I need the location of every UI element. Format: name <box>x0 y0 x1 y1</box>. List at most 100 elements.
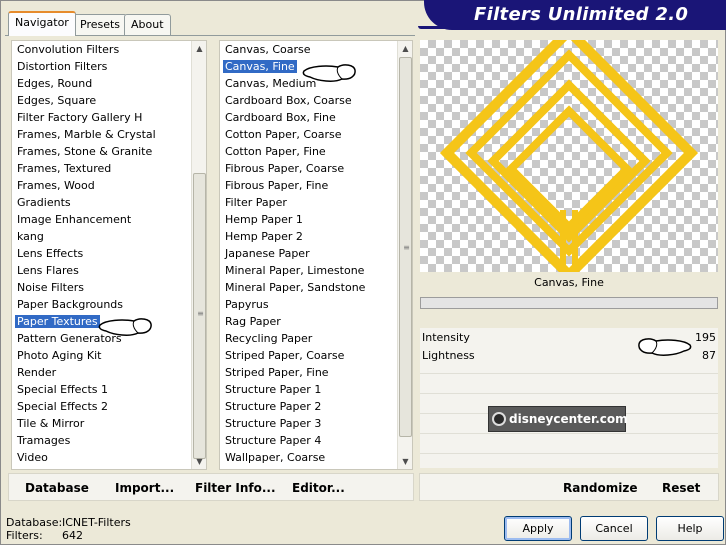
banner-stripe <box>418 26 726 29</box>
list-item-label: Fibrous Paper, Fine <box>225 179 329 192</box>
tab-navigator-label: Navigator <box>15 16 69 29</box>
list-item[interactable]: Mineral Paper, Limestone <box>223 262 366 279</box>
list-item[interactable]: Frames, Wood <box>15 177 97 194</box>
import-button[interactable]: Import... <box>115 481 174 495</box>
list-item[interactable]: Frames, Marble & Crystal <box>15 126 158 143</box>
tab-about[interactable]: About <box>124 14 171 35</box>
list-item[interactable]: Wallpaper, Coarse <box>223 449 327 466</box>
grip-icon: ≡ <box>197 309 204 318</box>
list-item-label: Render <box>17 366 57 379</box>
list-item[interactable]: Tile & Mirror <box>15 415 86 432</box>
list-item-label: Gradients <box>17 196 71 209</box>
list-item[interactable]: Render <box>15 364 58 381</box>
pointing-hand-icon <box>302 64 356 82</box>
list-item[interactable]: Structure Paper 3 <box>223 415 323 432</box>
list-item[interactable]: Lens Flares <box>15 262 81 279</box>
list-item[interactable]: Frames, Textured <box>15 160 113 177</box>
list-item[interactable]: Gradients <box>15 194 73 211</box>
cancel-button[interactable]: Cancel <box>580 516 648 541</box>
list-item[interactable]: Striped Paper, Fine <box>223 364 331 381</box>
list-item[interactable]: Paper Textures <box>15 313 100 330</box>
list-item[interactable]: Cardboard Box, Coarse <box>223 92 354 109</box>
list-item[interactable]: Hemp Paper 2 <box>223 228 305 245</box>
list-item[interactable]: kang <box>15 228 46 245</box>
list-item[interactable]: Striped Paper, Coarse <box>223 347 346 364</box>
list-item-label: Filter Paper <box>225 196 287 209</box>
list-item[interactable]: Video <box>15 449 50 466</box>
list-item[interactable]: Special Effects 2 <box>15 398 110 415</box>
list-item[interactable]: Paper Backgrounds <box>15 296 125 313</box>
list-item-label: Cotton Paper, Coarse <box>225 128 342 141</box>
list-item[interactable]: Cotton Paper, Fine <box>223 143 328 160</box>
list-item-label: Tramages <box>17 434 71 447</box>
param-lightness-label: Lightness <box>422 349 475 362</box>
list-item[interactable]: Mineral Paper, Sandstone <box>223 279 367 296</box>
param-intensity-label: Intensity <box>422 331 470 344</box>
list-item-label: Noise Filters <box>17 281 84 294</box>
editor-button[interactable]: Editor... <box>292 481 345 495</box>
list-item-label: Cotton Paper, Fine <box>225 145 326 158</box>
tab-presets[interactable]: Presets <box>73 14 128 35</box>
list-item[interactable]: Special Effects 1 <box>15 381 110 398</box>
list-item[interactable]: Fibrous Paper, Fine <box>223 177 330 194</box>
list-item-label: Lens Effects <box>17 247 84 260</box>
list-item-label: Special Effects 2 <box>17 400 109 413</box>
list-item-label: Hemp Paper 2 <box>225 230 303 243</box>
list-item-label: Frames, Marble & Crystal <box>17 128 156 141</box>
category-scrollbar[interactable]: ▲ ≡ ▼ <box>191 41 206 469</box>
list-item-label: Wallpaper, Coarse <box>225 451 326 464</box>
randomize-button[interactable]: Randomize <box>563 481 637 495</box>
list-item[interactable]: Convolution Filters <box>15 41 121 58</box>
filter-list[interactable]: Wallpaper, Fine Wallpaper, Coarse Structur… <box>219 40 413 470</box>
list-item-label: Recycling Paper <box>225 332 313 345</box>
list-item[interactable]: Structure Paper 2 <box>223 398 323 415</box>
database-button[interactable]: Database <box>25 481 89 495</box>
list-item[interactable]: Wallpaper, Fine <box>223 466 311 469</box>
list-item[interactable]: Photo Aging Kit <box>15 347 103 364</box>
list-item-label: Cardboard Box, Fine <box>225 111 336 124</box>
list-item[interactable]: Filter Factory Gallery H <box>15 109 144 126</box>
list-item[interactable]: Lens Effects <box>15 245 85 262</box>
param-divider <box>420 453 718 454</box>
list-item[interactable]: Filter Paper <box>223 194 289 211</box>
category-list[interactable]: Video Tramages Tile & Mirror Special Effect… <box>11 40 207 470</box>
list-item[interactable]: Canvas, Coarse <box>223 41 313 58</box>
filter-scroll-thumb[interactable]: ≡ <box>399 57 412 437</box>
list-item[interactable]: Noise Filters <box>15 279 86 296</box>
watermark-logo: disneycenter.com <box>488 406 628 432</box>
list-item-label: Tile & Mirror <box>17 417 85 430</box>
list-item[interactable]: Cardboard Box, Fine <box>223 109 338 126</box>
tab-navigator[interactable]: Navigator <box>8 11 76 36</box>
list-item[interactable]: Rag Paper <box>223 313 283 330</box>
list-item[interactable]: Cotton Paper, Coarse <box>223 126 344 143</box>
list-item[interactable]: Fibrous Paper, Coarse <box>223 160 346 177</box>
scroll-up-icon[interactable]: ▲ <box>192 41 206 56</box>
filter-scrollbar[interactable]: ▲ ≡ ▼ <box>397 41 412 469</box>
help-button[interactable]: Help <box>656 516 724 541</box>
list-item[interactable]: Canvas, Fine <box>223 58 297 75</box>
list-item[interactable]: Image Enhancement <box>15 211 133 228</box>
status-filters: Filters: 642 <box>6 529 83 542</box>
filter-info-button[interactable]: Filter Info... <box>195 481 276 495</box>
list-item[interactable]: Hemp Paper 1 <box>223 211 305 228</box>
list-item[interactable]: Edges, Square <box>15 92 98 109</box>
list-item[interactable]: Recycling Paper <box>223 330 314 347</box>
category-scroll-thumb[interactable]: ≡ <box>193 173 206 459</box>
scroll-down-icon[interactable]: ▼ <box>398 454 412 469</box>
list-item[interactable]: Structure Paper 1 <box>223 381 323 398</box>
list-item-label: Mineral Paper, Sandstone <box>225 281 366 294</box>
list-item[interactable]: Papyrus <box>223 296 271 313</box>
scroll-up-icon[interactable]: ▲ <box>398 41 412 56</box>
list-item[interactable]: Tramages <box>15 432 72 449</box>
reset-button[interactable]: Reset <box>662 481 700 495</box>
scroll-down-icon[interactable]: ▼ <box>192 454 206 469</box>
list-item-label: Edges, Round <box>17 77 93 90</box>
list-item[interactable]: Edges, Round <box>15 75 94 92</box>
list-item[interactable]: Japanese Paper <box>223 245 312 262</box>
list-item[interactable]: Distortion Filters <box>15 58 109 75</box>
list-item[interactable]: Structure Paper 4 <box>223 432 323 449</box>
list-item[interactable]: Frames, Stone & Granite <box>15 143 154 160</box>
apply-button[interactable]: Apply <box>504 516 572 541</box>
preview-filter-name: Canvas, Fine <box>534 276 604 289</box>
filter-preview <box>420 40 718 272</box>
